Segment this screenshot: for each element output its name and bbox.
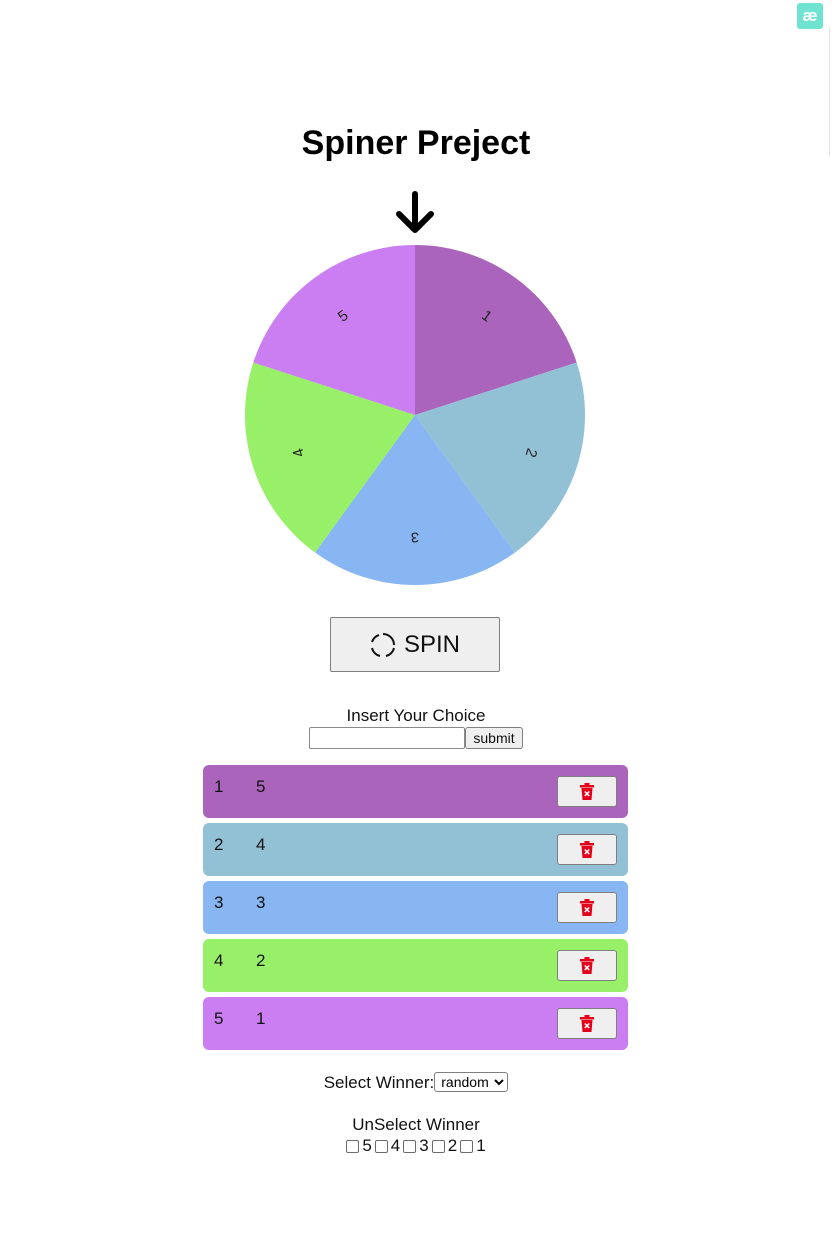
- unselect-option-label: 4: [390, 1136, 401, 1155]
- unselect-title: UnSelect Winner: [352, 1115, 480, 1134]
- choice-item: 42: [203, 939, 628, 992]
- unselect-option-label: 5: [362, 1136, 372, 1155]
- choice-value: 5: [256, 777, 266, 796]
- trash-icon: [580, 841, 594, 858]
- choice-index: 4: [214, 951, 224, 970]
- choice-index: 3: [214, 893, 224, 912]
- arrow-down-icon: [396, 191, 434, 233]
- spin-button-label: SPIN: [403, 630, 460, 658]
- choice-index: 1: [214, 777, 224, 796]
- submit-button[interactable]: submit: [465, 727, 523, 749]
- unselect-option[interactable]: 5: [346, 1136, 372, 1156]
- unselect-option[interactable]: 3: [403, 1136, 429, 1156]
- unselect-checkbox[interactable]: [374, 1139, 388, 1153]
- delete-button[interactable]: [557, 950, 617, 981]
- trash-icon: [580, 783, 594, 800]
- choice-item: 24: [203, 823, 628, 876]
- unselect-options: 54321: [0, 1136, 832, 1156]
- winner-select-label: Select Winner:: [323, 1073, 435, 1092]
- unselect-checkbox[interactable]: [346, 1139, 360, 1153]
- unselect-option[interactable]: 1: [460, 1136, 486, 1156]
- delete-button[interactable]: [557, 834, 617, 865]
- unselect-option-label: 3: [419, 1136, 429, 1155]
- delete-button[interactable]: [557, 776, 617, 807]
- trash-icon: [580, 957, 594, 974]
- choice-input-row: submit: [0, 727, 832, 749]
- unselect-checkbox[interactable]: [460, 1139, 474, 1153]
- spinner-wheel[interactable]: 12345: [244, 244, 586, 586]
- choice-value: 2: [256, 951, 266, 970]
- wheel-segment-label: 3: [411, 529, 419, 546]
- unselect-option[interactable]: 4: [374, 1136, 401, 1156]
- choice-label: Insert Your Choice: [346, 706, 486, 725]
- unselect-option-label: 1: [476, 1136, 486, 1155]
- page-title: Spiner Preject: [301, 124, 531, 162]
- trash-icon: [580, 899, 594, 916]
- choice-item: 51: [203, 997, 628, 1050]
- unselect-winner: UnSelect Winner 54321: [0, 1115, 832, 1156]
- unselect-option-label: 2: [447, 1136, 458, 1155]
- spin-button[interactable]: SPIN: [330, 617, 500, 672]
- choice-value: 4: [256, 835, 266, 854]
- choice-value: 1: [256, 1009, 266, 1028]
- choice-index: 5: [214, 1009, 224, 1028]
- winner-select-row: Select Winner: random: [0, 1072, 832, 1093]
- choice-list: 1524334251: [203, 765, 628, 1055]
- trash-icon: [580, 1015, 594, 1032]
- winner-select[interactable]: random: [434, 1072, 509, 1092]
- choice-item: 33: [203, 881, 628, 934]
- delete-button[interactable]: [557, 1008, 617, 1039]
- refresh-icon: [371, 632, 395, 657]
- choice-input[interactable]: [309, 727, 466, 749]
- unselect-checkbox[interactable]: [403, 1139, 417, 1153]
- choice-index: 2: [214, 835, 224, 854]
- unselect-option[interactable]: 2: [431, 1136, 458, 1156]
- delete-button[interactable]: [557, 892, 617, 923]
- choice-value: 3: [256, 893, 266, 912]
- unselect-checkbox[interactable]: [431, 1139, 445, 1153]
- choice-form: Insert Your Choice submit: [0, 706, 832, 749]
- app-logo: æ: [797, 3, 823, 29]
- choice-item: 15: [203, 765, 628, 818]
